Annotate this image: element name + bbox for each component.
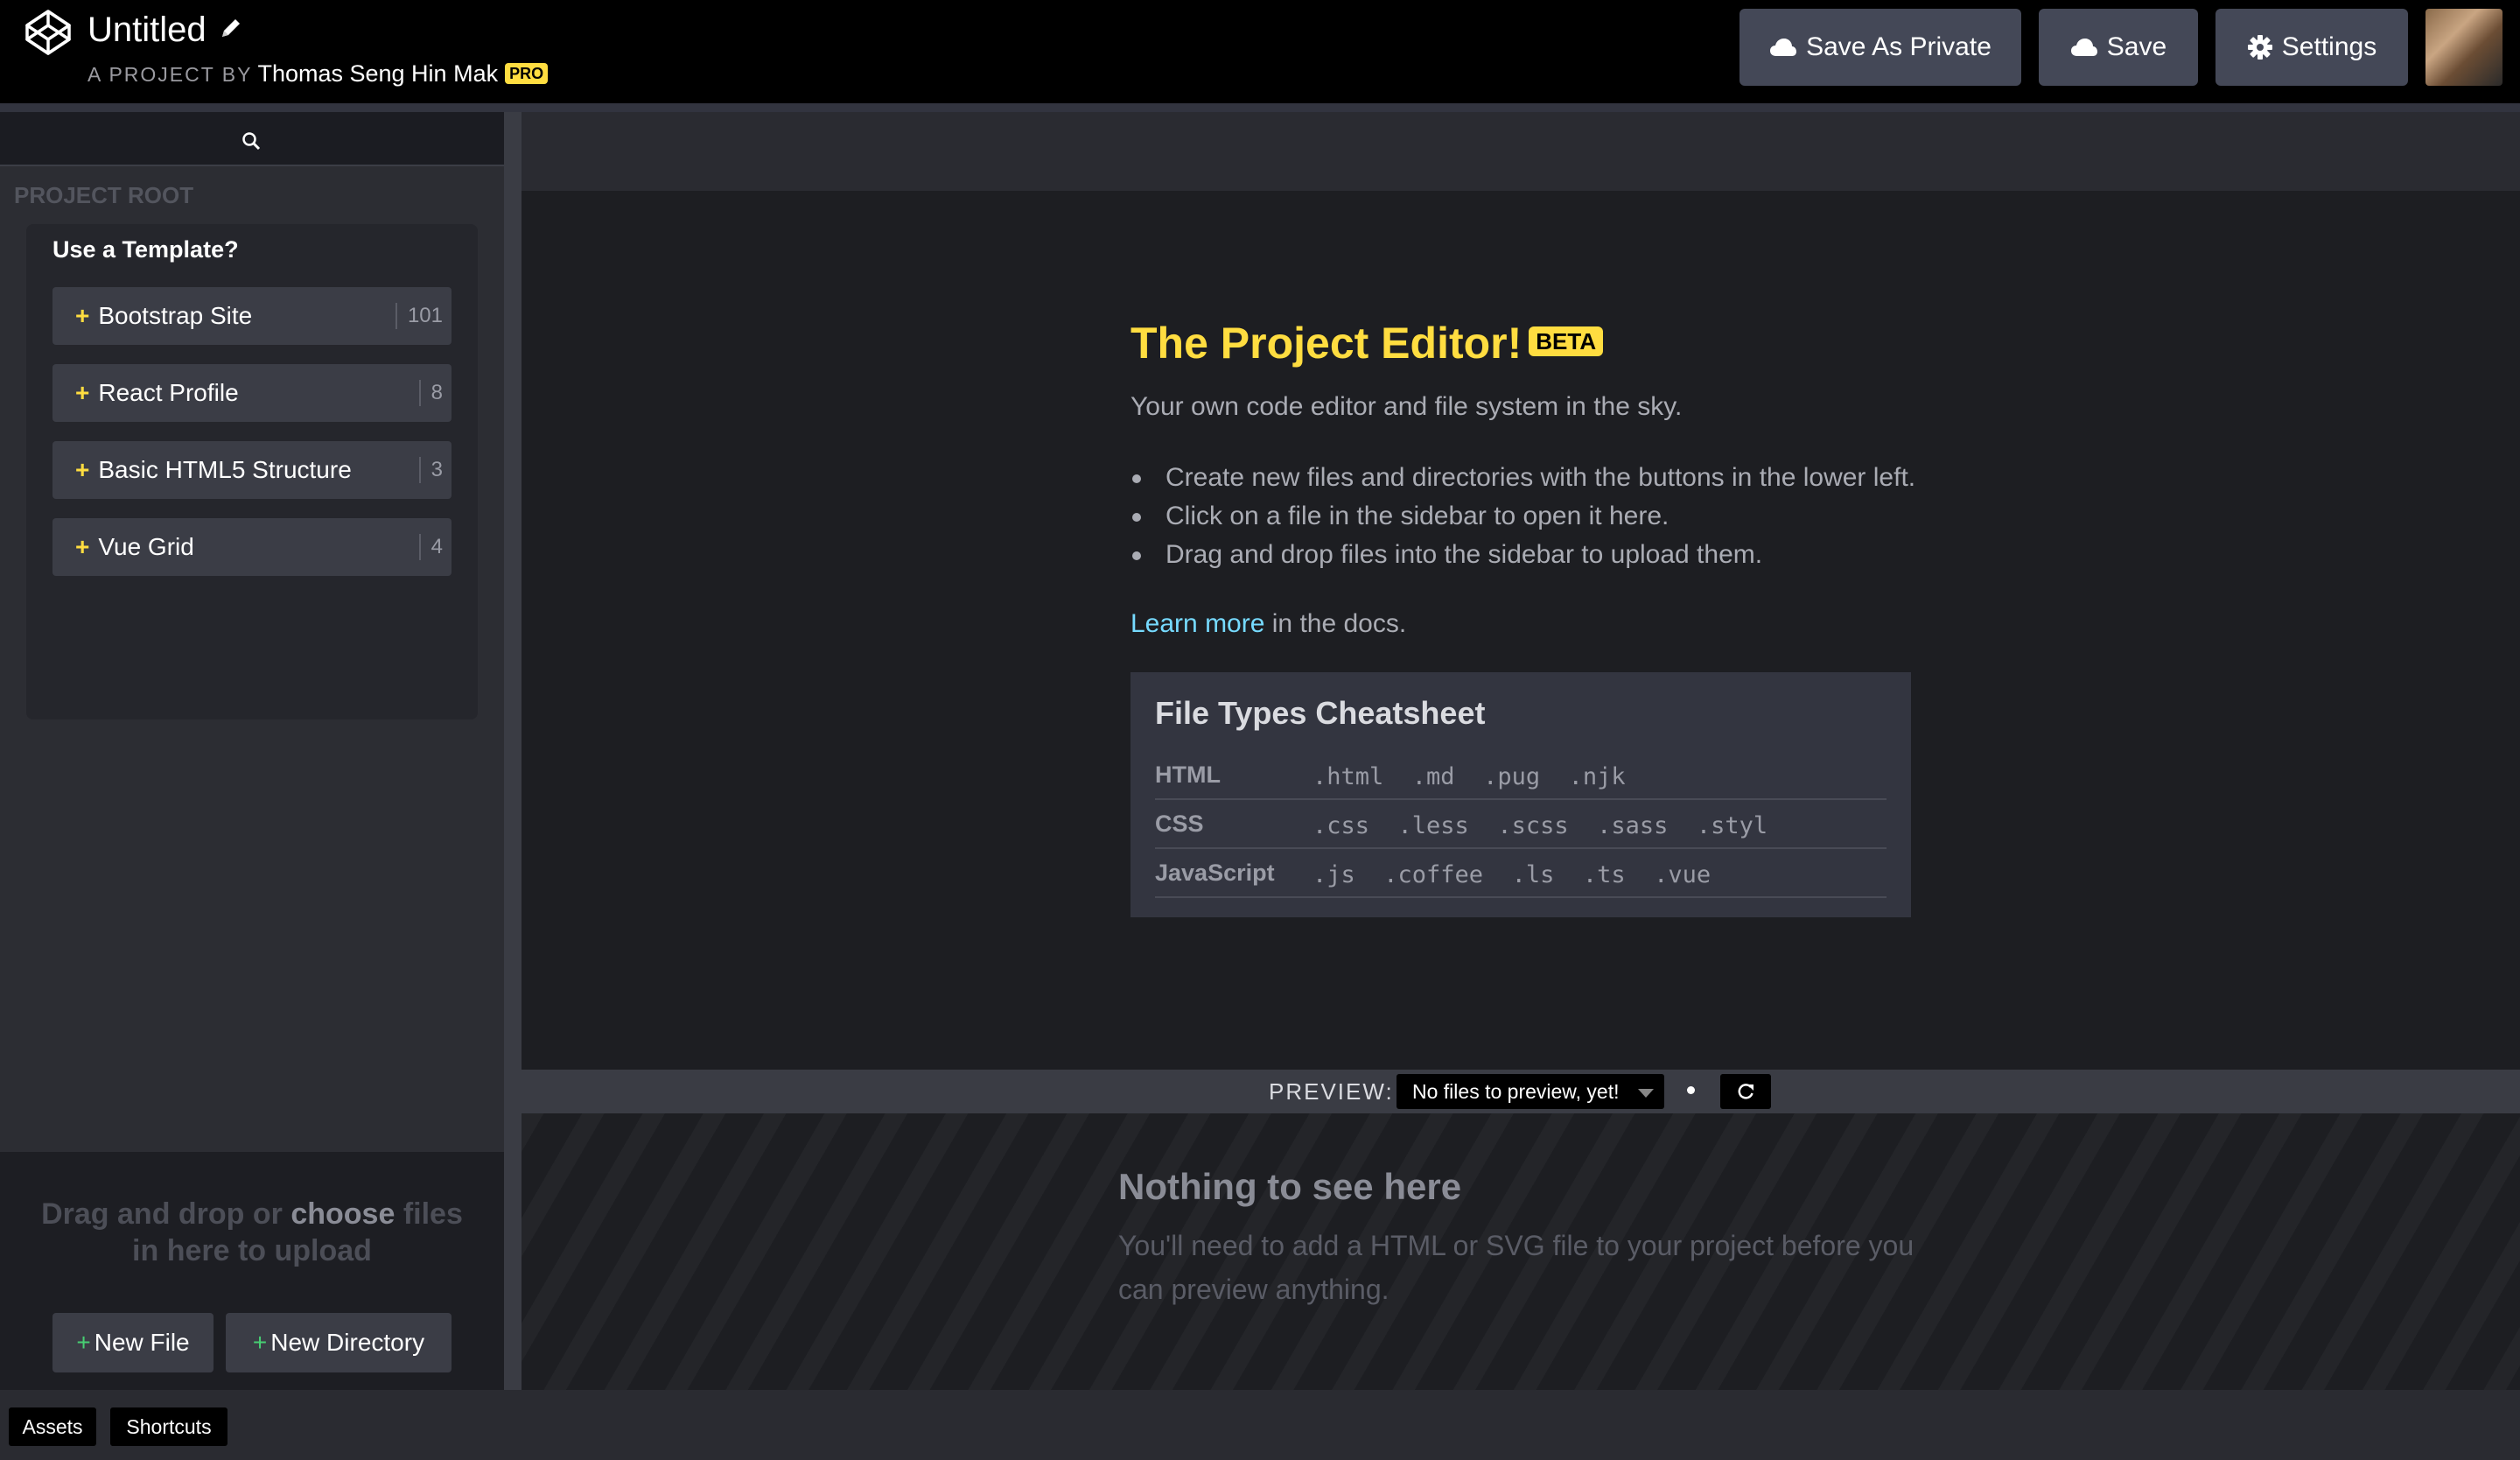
preview-toolbar: PREVIEW: No files to preview, yet!	[522, 1070, 2520, 1113]
template-item[interactable]: + React Profile 8	[52, 364, 452, 422]
cloud-icon	[2070, 39, 2097, 56]
bottom-bar: Assets Shortcuts	[0, 1390, 2520, 1460]
editor-tab-bar	[522, 112, 2520, 191]
table-row: CSS .css .less .scss .sass .styl	[1155, 800, 1886, 849]
pencil-icon[interactable]	[219, 16, 243, 40]
editor-subtitle: Your own code editor and file system in …	[1130, 392, 1683, 421]
template-heading: Use a Template?	[52, 236, 239, 263]
user-avatar[interactable]	[2426, 9, 2502, 86]
owner-name[interactable]: Thomas Seng Hin Mak	[257, 60, 498, 87]
new-file-button[interactable]: + New File	[52, 1313, 214, 1372]
table-row: JavaScript .js .coffee .ls .ts .vue	[1155, 849, 1886, 898]
cheatsheet-lang: HTML	[1155, 762, 1221, 788]
save-button[interactable]: Save	[2039, 9, 2198, 86]
save-label: Save	[2106, 32, 2167, 61]
project-title[interactable]: Untitled	[88, 7, 206, 53]
learn-more-line: Learn more in the docs.	[1130, 609, 1406, 639]
preview-label: PREVIEW:	[1269, 1078, 1394, 1105]
plus-icon: +	[76, 1329, 91, 1356]
shortcuts-label: Shortcuts	[126, 1414, 212, 1438]
file-sidebar: PROJECT ROOT Use a Template? + Bootstrap…	[0, 112, 504, 1390]
pro-badge: PRO	[505, 63, 549, 84]
upload-instructions: Drag and drop or choose files in here to…	[0, 1196, 504, 1269]
search-icon[interactable]	[242, 131, 261, 151]
cheatsheet-exts: .html .md .pug .njk	[1312, 763, 1626, 790]
plus-icon: +	[75, 456, 90, 483]
settings-label: Settings	[2281, 32, 2377, 61]
template-label: Bootstrap Site	[98, 302, 253, 329]
cheatsheet-exts: .js .coffee .ls .ts .vue	[1312, 861, 1712, 888]
list-item: Drag and drop files into the sidebar to …	[1131, 536, 1915, 574]
assets-label: Assets	[22, 1414, 83, 1438]
template-count: 101	[395, 303, 443, 329]
cheatsheet-exts: .css .less .scss .sass .styl	[1312, 812, 1768, 839]
choose-files-link[interactable]: choose	[290, 1197, 395, 1231]
settings-button[interactable]: Settings	[2216, 9, 2408, 86]
upload-text-pre: Drag and drop or	[41, 1197, 291, 1231]
template-label: Basic HTML5 Structure	[98, 456, 352, 483]
save-as-private-label: Save As Private	[1806, 32, 1992, 61]
template-count: 3	[418, 457, 443, 483]
upload-text-line2: in here to upload	[132, 1234, 372, 1267]
template-item[interactable]: + Bootstrap Site 101	[52, 287, 452, 345]
plus-icon: +	[75, 379, 90, 406]
assets-button[interactable]: Assets	[9, 1407, 96, 1446]
cheatsheet-title: File Types Cheatsheet	[1155, 695, 1486, 731]
codepen-logo-icon[interactable]	[24, 9, 72, 56]
list-item: Click on a file in the sidebar to open i…	[1131, 497, 1915, 536]
project-byline: A PROJECT BY Thomas Seng Hin Mak PRO	[88, 58, 549, 90]
editor-tips-list: Create new files and directories with th…	[1131, 459, 1915, 574]
preview-pane: Nothing to see here You'll need to add a…	[522, 1113, 2520, 1390]
editor-welcome-title: The Project Editor! BETA	[1130, 315, 1604, 371]
preview-file-select[interactable]: No files to preview, yet!	[1396, 1074, 1664, 1109]
new-directory-label: New Directory	[270, 1329, 425, 1356]
shortcuts-button[interactable]: Shortcuts	[110, 1407, 228, 1446]
cheatsheet-lang: JavaScript	[1155, 860, 1275, 886]
template-item[interactable]: + Basic HTML5 Structure 3	[52, 441, 452, 499]
chevron-down-icon	[1638, 1089, 1654, 1098]
learn-more-rest: in the docs.	[1264, 609, 1407, 638]
learn-more-link[interactable]: Learn more	[1130, 609, 1264, 638]
new-file-label: New File	[94, 1329, 190, 1356]
top-header: Untitled A PROJECT BY Thomas Seng Hin Mak…	[0, 0, 2520, 103]
file-types-cheatsheet: File Types Cheatsheet HTML .html .md .pu…	[1130, 672, 1911, 917]
save-as-private-button[interactable]: Save As Private	[1740, 9, 2021, 86]
cloud-icon	[1770, 39, 1797, 56]
byline-prefix: A PROJECT BY	[88, 63, 253, 86]
new-directory-button[interactable]: + New Directory	[226, 1313, 452, 1372]
template-count: 4	[418, 534, 443, 560]
editor-title-text: The Project Editor!	[1130, 319, 1522, 368]
template-count: 8	[418, 380, 443, 406]
status-dot-icon	[1687, 1086, 1695, 1094]
empty-preview-message: You'll need to add a HTML or SVG file to…	[1118, 1230, 1914, 1305]
sidebar-search[interactable]	[0, 112, 504, 166]
plus-icon: +	[75, 533, 90, 560]
preview-select-value: No files to preview, yet!	[1412, 1080, 1620, 1103]
refresh-preview-button[interactable]	[1720, 1074, 1771, 1109]
cheatsheet-lang: CSS	[1155, 811, 1204, 837]
template-label: React Profile	[98, 379, 239, 406]
gear-icon	[2247, 35, 2272, 60]
plus-icon: +	[75, 302, 90, 329]
header-divider	[0, 103, 2520, 112]
refresh-icon	[1738, 1084, 1754, 1099]
template-label: Vue Grid	[98, 533, 194, 560]
upload-text-post: files	[395, 1197, 463, 1231]
beta-badge: BETA	[1529, 326, 1604, 356]
project-root-label: PROJECT ROOT	[14, 182, 194, 208]
list-item: Create new files and directories with th…	[1131, 459, 1915, 497]
sidebar-resize-handle[interactable]	[504, 112, 522, 1390]
empty-preview-title: Nothing to see here	[1118, 1166, 1462, 1207]
plus-icon: +	[252, 1329, 268, 1356]
table-row: HTML .html .md .pug .njk	[1155, 751, 1886, 800]
template-item[interactable]: + Vue Grid 4	[52, 518, 452, 576]
